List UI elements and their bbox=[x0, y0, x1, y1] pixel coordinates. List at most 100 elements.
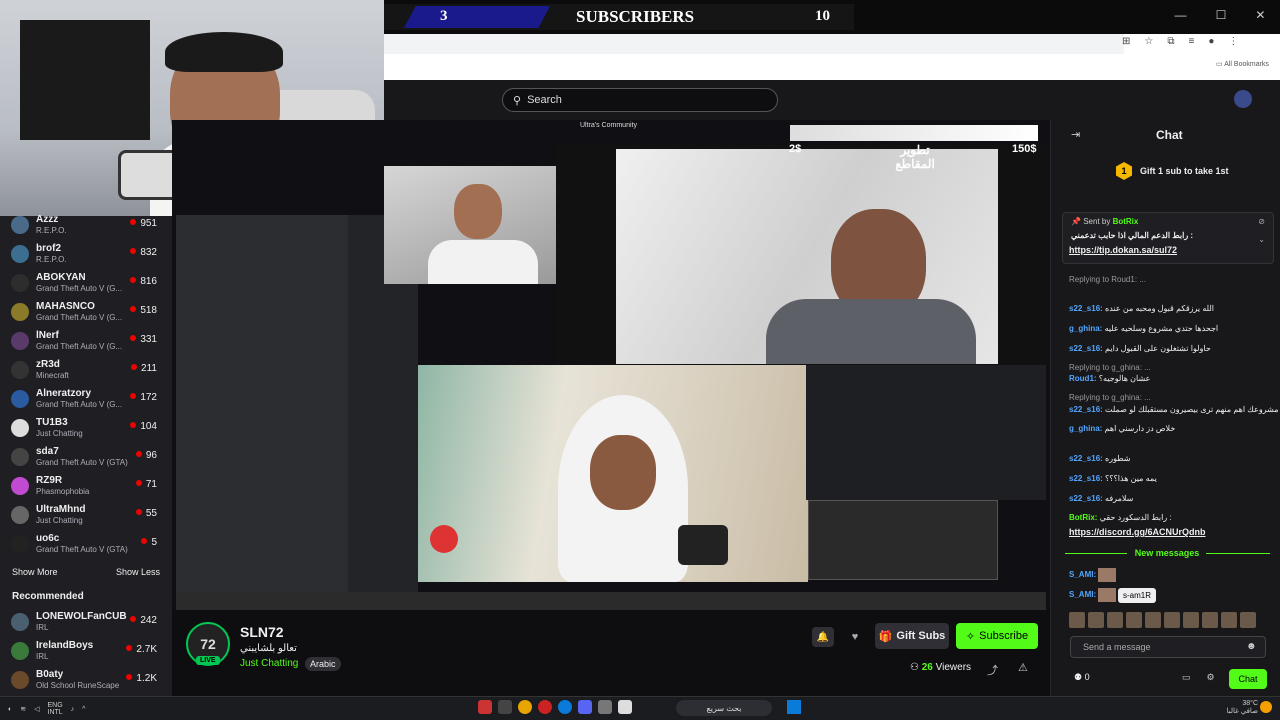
chat-link[interactable]: https://discord.gg/6ACNUrQdnb bbox=[1069, 527, 1206, 537]
wifi-icon[interactable]: ≋ bbox=[20, 705, 26, 713]
emoji-picker-icon[interactable]: ☻ bbox=[1246, 641, 1257, 652]
sidebar-channel[interactable]: RZ9R Phasmophobia 71 bbox=[0, 473, 172, 502]
edge-icon[interactable] bbox=[558, 700, 572, 714]
emote-bar[interactable] bbox=[1069, 612, 1269, 630]
sidebar-channel[interactable]: ABOKYAN Grand Theft Auto V (G... 816 bbox=[0, 270, 172, 299]
app-icon[interactable] bbox=[538, 700, 552, 714]
user-avatar[interactable] bbox=[1234, 90, 1252, 108]
report-icon[interactable]: ⚠ bbox=[1018, 661, 1028, 674]
chat-send-button[interactable]: Chat bbox=[1229, 669, 1267, 689]
chat-username[interactable]: s22_s16: bbox=[1069, 454, 1103, 463]
collapse-chat-icon[interactable]: ⇥ bbox=[1071, 128, 1080, 141]
weather-widget[interactable]: 38°C صافي غالبا bbox=[1208, 700, 1258, 716]
chat-username[interactable]: s22_s16: bbox=[1069, 474, 1103, 483]
chat-settings-icon[interactable]: ⚙ bbox=[1207, 672, 1215, 683]
chat-username[interactable]: s22_s16: bbox=[1069, 344, 1103, 353]
volume-icon[interactable]: ◁ bbox=[34, 705, 39, 713]
app-icon[interactable] bbox=[618, 700, 632, 714]
chat-username[interactable]: g_ghina: bbox=[1069, 424, 1102, 433]
emote-icon[interactable] bbox=[1145, 612, 1161, 628]
emote-icon[interactable] bbox=[1221, 612, 1237, 628]
chat-username[interactable]: g_ghina: bbox=[1069, 324, 1102, 333]
bookmark-star-icon[interactable]: ☆ bbox=[1144, 36, 1153, 47]
sidebar-channel[interactable]: sda7 Grand Theft Auto V (GTA) 96 bbox=[0, 444, 172, 473]
language-indicator[interactable]: ENG INTL bbox=[48, 702, 63, 716]
tray-expand-icon[interactable]: ^ bbox=[82, 706, 85, 713]
expand-icon[interactable]: ⌄ bbox=[1258, 235, 1265, 244]
emote-icon[interactable] bbox=[1088, 612, 1104, 628]
sidebar-channel[interactable]: MAHASNCO Grand Theft Auto V (G... 518 bbox=[0, 299, 172, 328]
share-icon[interactable]: ⤴ bbox=[987, 662, 998, 678]
sidebar-channel[interactable]: Alneratzory Grand Theft Auto V (G... 172 bbox=[0, 386, 172, 415]
chat-bot-name[interactable]: BotRix: bbox=[1069, 513, 1097, 522]
emote-icon[interactable] bbox=[1240, 612, 1256, 628]
channel-category: Grand Theft Auto V (G... bbox=[36, 342, 123, 351]
emote-icon[interactable] bbox=[1164, 612, 1180, 628]
stream-category[interactable]: Just Chatting bbox=[240, 658, 298, 669]
emote-icon[interactable] bbox=[1069, 612, 1085, 628]
menu-icon[interactable]: ≡ bbox=[1189, 36, 1195, 47]
emote-icon[interactable] bbox=[1183, 612, 1199, 628]
subscribe-button[interactable]: ✧ Subscribe bbox=[956, 623, 1038, 649]
channel-avatar-icon bbox=[11, 419, 29, 437]
minimize-icon[interactable]: — bbox=[1175, 8, 1187, 22]
sidebar-channel[interactable]: UltraMhnd Just Chatting 55 bbox=[0, 502, 172, 531]
sidebar-channel[interactable]: uo6c Grand Theft Auto V (GTA) 5 bbox=[0, 531, 172, 560]
chat-text: سلامرفه bbox=[1105, 494, 1134, 503]
send-message-input[interactable]: Send a message bbox=[1070, 636, 1266, 658]
unpin-icon[interactable]: ⊘ bbox=[1258, 217, 1265, 226]
tray-icon[interactable]: ◐ bbox=[8, 706, 12, 713]
windows-start-icon[interactable] bbox=[787, 700, 801, 714]
show-less-link[interactable]: Show Less bbox=[116, 567, 160, 577]
viewer-count: ⚇ 26 Viewers bbox=[910, 662, 971, 673]
chrome-icon[interactable] bbox=[518, 700, 532, 714]
app-icon[interactable] bbox=[498, 700, 512, 714]
more-icon[interactable]: ⋮ bbox=[1228, 36, 1238, 47]
mic-icon[interactable]: ♪ bbox=[71, 706, 75, 713]
taskbar-search[interactable]: بحث سريع bbox=[676, 700, 772, 716]
sidebar-channel[interactable]: Azzz R.E.P.O. 951 bbox=[0, 212, 172, 241]
pinned-link[interactable]: https://tip.dokan.sa/sul72 bbox=[1069, 245, 1177, 255]
emote-icon[interactable] bbox=[1202, 612, 1218, 628]
sidebar-channel[interactable]: B0aty Old School RuneScape 1.2K bbox=[0, 667, 172, 696]
chat-username[interactable]: S_AMI: bbox=[1069, 570, 1096, 579]
app-icon[interactable] bbox=[598, 700, 612, 714]
sidebar-channel[interactable]: LONEWOLFanCUB IRL 242 bbox=[0, 609, 172, 638]
gift-subs-button[interactable]: 🎁 Gift Subs bbox=[875, 623, 949, 649]
sidebar-channel[interactable]: brof2 R.E.P.O. 832 bbox=[0, 241, 172, 270]
address-bar[interactable] bbox=[384, 34, 1124, 54]
maximize-icon[interactable]: ☐ bbox=[1216, 8, 1227, 22]
extensions-icon[interactable]: ⧉ bbox=[1167, 36, 1174, 47]
channel-avatar-icon bbox=[11, 216, 29, 234]
channel-category: R.E.P.O. bbox=[36, 226, 67, 235]
emote-icon[interactable] bbox=[1107, 612, 1123, 628]
chat-bubble-icon[interactable]: ▭ bbox=[1182, 672, 1191, 683]
emote-icon[interactable] bbox=[1126, 612, 1142, 628]
points-icon: ⚉ bbox=[1074, 672, 1083, 682]
sidebar-channel[interactable]: lNerf Grand Theft Auto V (G... 331 bbox=[0, 328, 172, 357]
channel-points[interactable]: ⚉ 0 bbox=[1074, 672, 1090, 683]
close-icon[interactable]: ✕ bbox=[1255, 8, 1265, 22]
chat-username[interactable]: Roud1: bbox=[1069, 374, 1097, 383]
chat-username[interactable]: S_AMI: bbox=[1069, 590, 1096, 599]
profile-icon[interactable]: ● bbox=[1208, 36, 1214, 47]
all-bookmarks[interactable]: ▭ All Bookmarks bbox=[1216, 60, 1269, 68]
show-more-link[interactable]: Show More bbox=[12, 567, 58, 577]
chat-username[interactable]: s22_s16: bbox=[1069, 405, 1103, 414]
channel-category: Grand Theft Auto V (GTA) bbox=[36, 458, 128, 467]
channel-name[interactable]: SLN72 bbox=[240, 624, 284, 640]
stream-tag[interactable]: Arabic bbox=[305, 657, 341, 671]
star-icon: ✧ bbox=[965, 630, 976, 643]
sidebar-channel[interactable]: TU1B3 Just Chatting 104 bbox=[0, 415, 172, 444]
gift-promo[interactable]: 1 Gift 1 sub to take 1st bbox=[1116, 162, 1229, 180]
chat-username[interactable]: s22_s16: bbox=[1069, 304, 1103, 313]
discord-icon[interactable] bbox=[578, 700, 592, 714]
notification-bell-icon[interactable]: 🔔 bbox=[812, 627, 834, 647]
sidebar-channel[interactable]: zR3d Minecraft 211 bbox=[0, 357, 172, 386]
chat-username[interactable]: s22_s16: bbox=[1069, 494, 1103, 503]
search-input[interactable]: ⚲ Search bbox=[502, 88, 778, 112]
app-icon[interactable] bbox=[478, 700, 492, 714]
sidebar-channel[interactable]: IrelandBoys IRL 2.7K bbox=[0, 638, 172, 667]
follow-heart-icon[interactable]: ♥ bbox=[846, 627, 864, 647]
translate-icon[interactable]: ⊞ bbox=[1122, 36, 1130, 47]
